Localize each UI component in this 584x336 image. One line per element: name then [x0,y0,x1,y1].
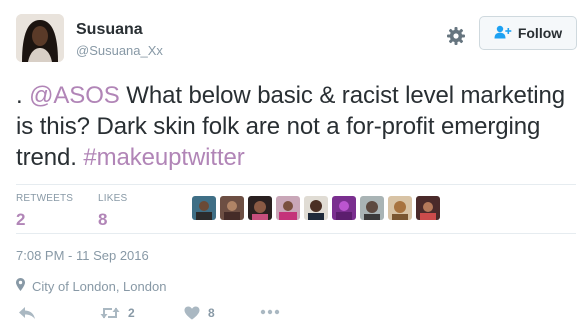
retweets-stat[interactable]: RETWEETS 2 [16,193,73,230]
likes-label: LIKES [98,193,128,204]
likes-count: 8 [98,210,108,229]
reply-icon [18,306,36,320]
tweet-location[interactable]: City of London, London [16,278,166,294]
mention-link[interactable]: @ASOS [29,82,120,109]
heart-icon [184,306,200,320]
location-pin-icon [16,278,25,294]
liker-avatar[interactable] [416,196,440,220]
liker-avatar[interactable] [220,196,244,220]
liker-avatar[interactable] [248,196,272,220]
tweet-text: . @ASOS What below basic & racist level … [16,80,576,173]
liker-avatar[interactable] [192,196,216,220]
follow-label: Follow [517,25,563,41]
tweet-actions: 2 8 [16,306,576,326]
tweet-timestamp[interactable]: 7:08 PM - 11 Sep 2016 [16,248,149,263]
more-button[interactable] [260,309,280,315]
hashtag-link[interactable]: #makeuptwitter [83,144,244,171]
liker-avatar[interactable] [388,196,412,220]
liker-avatar[interactable] [276,196,300,220]
retweets-count: 2 [16,210,26,229]
retweet-icon [100,306,120,320]
follow-person-plus-icon [494,25,512,42]
liker-avatars [192,196,440,220]
retweet-count: 2 [128,306,135,320]
liker-avatar[interactable] [304,196,328,220]
more-icon [260,309,280,315]
avatar[interactable] [16,14,64,62]
retweet-button[interactable]: 2 [100,306,135,320]
user-handle[interactable]: @Susuana_Xx [76,43,163,58]
user-display-name[interactable]: Susuana [76,21,143,39]
stats-row: RETWEETS 2 LIKES 8 [16,184,576,234]
reply-button[interactable] [18,306,36,320]
like-button[interactable]: 8 [184,306,215,320]
tweet-header: Susuana @Susuana_Xx Follow [16,14,577,64]
location-label: City of London, London [32,278,167,294]
gear-icon[interactable] [446,26,466,46]
retweets-label: RETWEETS [16,193,74,204]
follow-button[interactable]: Follow [479,16,577,50]
liker-avatar[interactable] [360,196,384,220]
liker-avatar[interactable] [332,196,356,220]
like-count: 8 [208,306,215,320]
tweet-lead: . [16,82,30,109]
likes-stat[interactable]: LIKES 8 [98,193,127,230]
